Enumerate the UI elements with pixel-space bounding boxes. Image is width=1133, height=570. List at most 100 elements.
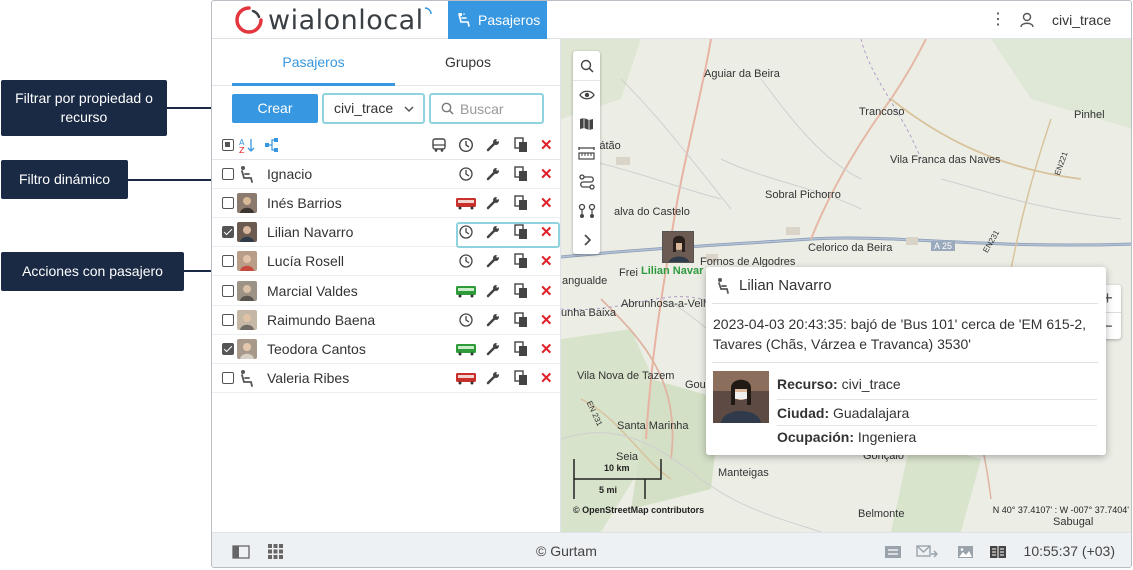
- more-menu-icon[interactable]: ⋮: [990, 11, 1006, 29]
- popup-resource-label: Recurso:: [777, 376, 838, 392]
- copy-icon[interactable]: [513, 283, 529, 299]
- select-all-checkbox[interactable]: [222, 139, 234, 151]
- passenger-name: Valeria Ribes: [267, 370, 350, 386]
- search-box[interactable]: [429, 93, 544, 124]
- logo-tick-icon: [424, 7, 432, 15]
- popup-occupation: Ocupación: Ingeniera: [777, 429, 916, 445]
- wrench-icon[interactable]: [485, 312, 501, 328]
- resource-filter-dropdown[interactable]: civi_trace: [322, 93, 425, 124]
- map-layers-button[interactable]: [573, 109, 600, 138]
- marker-label: Lilian Navar: [641, 265, 704, 277]
- bus-column-icon[interactable]: [431, 137, 447, 153]
- row-checkbox[interactable]: [222, 343, 234, 355]
- copy-icon[interactable]: [513, 370, 529, 386]
- delete-column-icon[interactable]: ✕: [540, 138, 553, 154]
- chevron-right-icon: [583, 233, 591, 246]
- copy-icon[interactable]: [513, 253, 529, 269]
- notifications-icon[interactable]: [884, 545, 902, 559]
- row-checkbox[interactable]: [222, 226, 234, 238]
- row-checkbox[interactable]: [222, 168, 234, 180]
- delete-icon[interactable]: ✕: [540, 284, 553, 300]
- list-item[interactable]: Lucía Rosell ✕: [212, 247, 560, 276]
- map-search-button[interactable]: [573, 51, 600, 80]
- row-checkbox[interactable]: [222, 372, 234, 384]
- wrench-icon[interactable]: [485, 341, 501, 357]
- user-name[interactable]: civi_trace: [1052, 12, 1111, 28]
- wrench-icon[interactable]: [485, 253, 501, 269]
- chevron-down-icon: [404, 95, 414, 124]
- popup-message: 2023-04-03 20:43:35: bajó de 'Bus 101' c…: [713, 316, 1087, 352]
- sort-az-icon[interactable]: A Z: [239, 137, 255, 153]
- bus-red-icon[interactable]: [455, 370, 477, 386]
- list-item[interactable]: Valeria Ribes ✕: [212, 364, 560, 393]
- bus-green-icon[interactable]: [455, 341, 477, 357]
- delete-icon[interactable]: ✕: [540, 342, 553, 358]
- search-input[interactable]: [460, 100, 540, 117]
- log-icon[interactable]: [989, 545, 1007, 559]
- bottom-bar: © Gurtam 10:55:37 (+03): [212, 532, 1131, 567]
- delete-icon[interactable]: ✕: [540, 167, 553, 183]
- send-message-icon[interactable]: [916, 544, 938, 560]
- row-checkbox[interactable]: [222, 285, 234, 297]
- map-town-label: unha Baixa: [561, 307, 617, 319]
- row-checkbox[interactable]: [222, 314, 234, 326]
- list-item[interactable]: Raimundo Baena ✕: [212, 306, 560, 335]
- copy-column-icon[interactable]: [513, 137, 529, 153]
- map-town-label: Aguiar da Beira: [704, 68, 780, 80]
- wrench-icon[interactable]: [485, 370, 501, 386]
- apps-grid-icon[interactable]: [268, 544, 283, 559]
- map-attribution[interactable]: © OpenStreetMap contributors: [573, 505, 704, 515]
- bus-green-icon[interactable]: [455, 283, 477, 299]
- logo-text: wialonlocal: [268, 4, 424, 36]
- history-icon[interactable]: [458, 312, 474, 328]
- history-column-icon[interactable]: [458, 137, 474, 153]
- wrench-icon[interactable]: [485, 195, 501, 211]
- map-town-label: Abrunhosa-a-Velh: [621, 298, 710, 310]
- image-icon[interactable]: [957, 545, 974, 559]
- list-item[interactable]: Inés Barrios ✕: [212, 189, 560, 218]
- copy-icon[interactable]: [513, 341, 529, 357]
- tab-groups[interactable]: Grupos: [395, 39, 541, 86]
- history-icon[interactable]: [458, 253, 474, 269]
- copy-icon[interactable]: [513, 166, 529, 182]
- map-town-label: Santa Marinha: [617, 420, 689, 432]
- wrench-icon[interactable]: [485, 283, 501, 299]
- map-expand-button[interactable]: [573, 225, 600, 254]
- seat-icon: [241, 370, 253, 387]
- delete-icon[interactable]: ✕: [540, 254, 553, 270]
- delete-icon[interactable]: ✕: [540, 196, 553, 212]
- copy-icon[interactable]: [513, 312, 529, 328]
- passengers-module-button[interactable]: Pasajeros: [448, 1, 547, 39]
- wialon-logo[interactable]: wialonlocal: [234, 4, 432, 36]
- row-checkbox[interactable]: [222, 197, 234, 209]
- eye-icon: [578, 90, 595, 100]
- actions-highlight: [456, 222, 560, 248]
- history-icon[interactable]: [458, 166, 474, 182]
- scale-km-label: 10 km: [604, 463, 630, 473]
- map-geofence-button[interactable]: [573, 196, 600, 225]
- list-item[interactable]: Ignacio ✕: [212, 160, 560, 189]
- user-icon[interactable]: [1018, 11, 1036, 29]
- delete-icon[interactable]: ✕: [540, 313, 553, 329]
- popup-separator: [777, 425, 1097, 426]
- list-item[interactable]: Teodora Cantos ✕: [212, 335, 560, 364]
- search-icon: [441, 102, 454, 115]
- create-button[interactable]: Crear: [232, 94, 318, 123]
- map-visibility-button[interactable]: [573, 80, 600, 109]
- map-toolbar: [573, 51, 600, 254]
- map-route-button[interactable]: [573, 167, 600, 196]
- popup-city: Ciudad: Guadalajara: [777, 405, 909, 421]
- map-ruler-button[interactable]: [573, 138, 600, 167]
- list-item[interactable]: Marcial Valdes ✕: [212, 277, 560, 306]
- wrench-column-icon[interactable]: [485, 137, 501, 153]
- wrench-icon[interactable]: [485, 166, 501, 182]
- passenger-map-marker[interactable]: [662, 231, 694, 263]
- tab-passengers[interactable]: Pasajeros: [232, 39, 395, 86]
- group-tree-icon[interactable]: [264, 137, 280, 153]
- row-checkbox[interactable]: [222, 255, 234, 267]
- copy-icon[interactable]: [513, 195, 529, 211]
- callout-filter-property-text: Filtrar por propiedad o recurso: [15, 90, 153, 125]
- delete-icon[interactable]: ✕: [540, 371, 553, 387]
- bus-red-icon[interactable]: [455, 195, 477, 211]
- panel-toggle-icon[interactable]: [232, 545, 250, 559]
